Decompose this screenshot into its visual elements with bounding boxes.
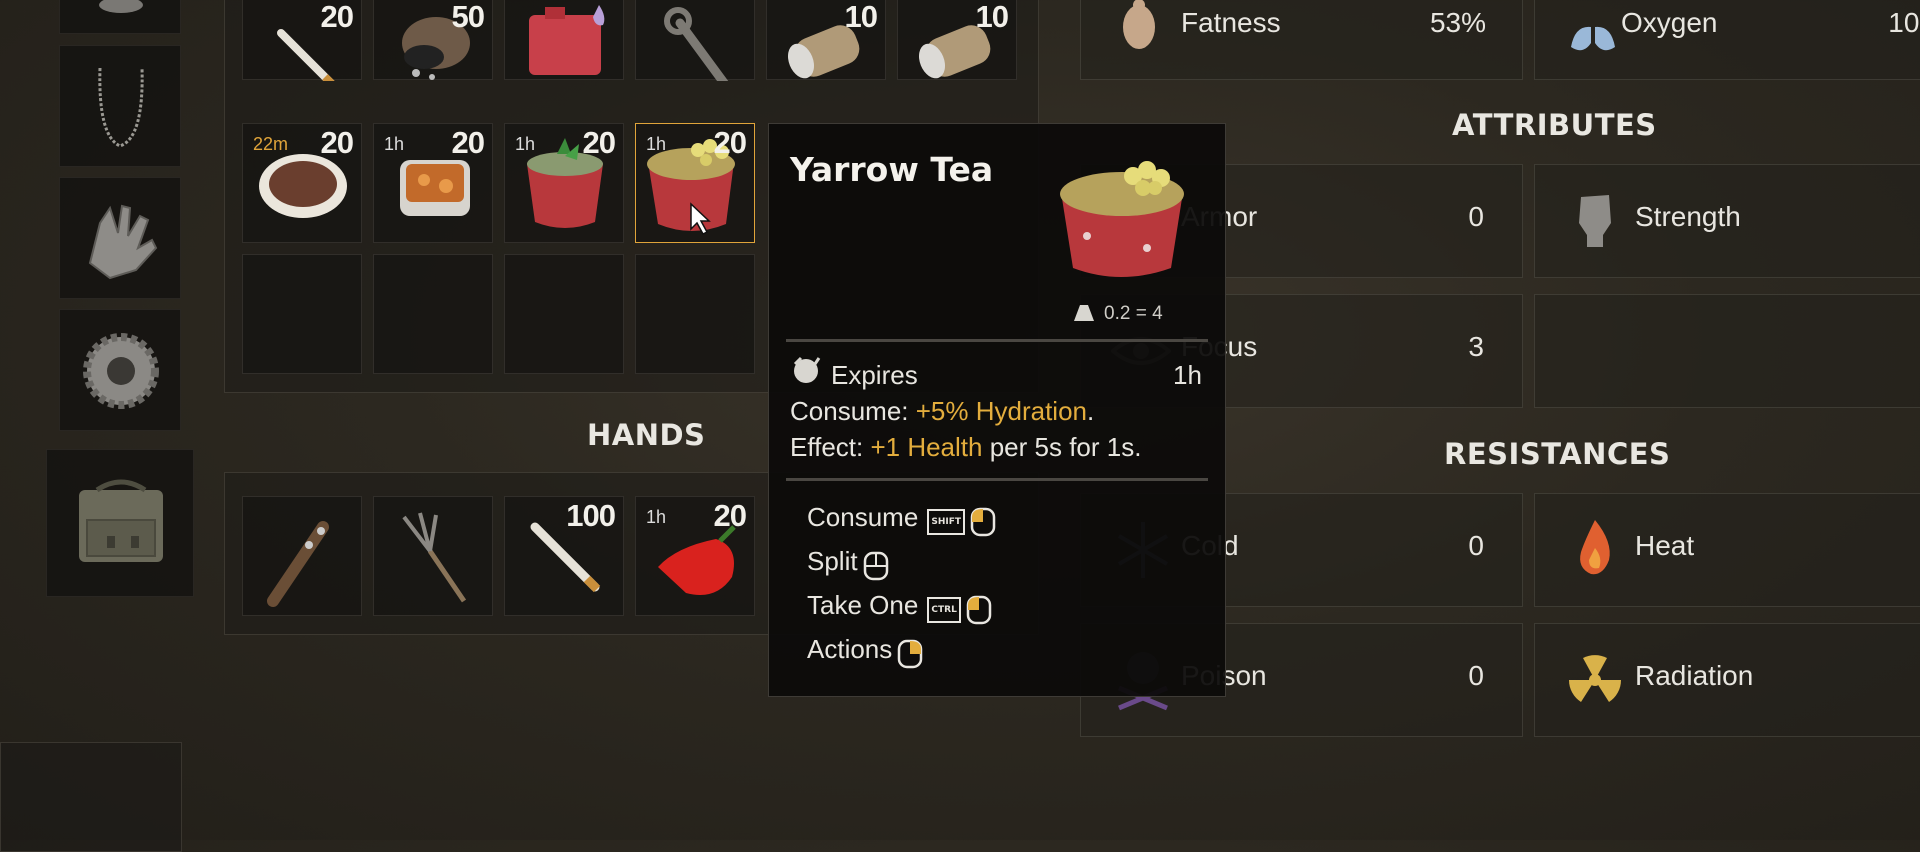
stat-name: Radiation	[1635, 660, 1754, 691]
effect-line: Effect: +1 Health per 5s for 1s.	[790, 432, 1142, 462]
resistance-radiation: Radiation	[1534, 623, 1920, 737]
equipment-ring-icon	[99, 0, 143, 13]
item-quantity: 20	[713, 498, 747, 533]
empty-slot-bottom-left[interactable]	[0, 742, 182, 852]
equipment-slot-top[interactable]	[59, 0, 181, 34]
mouse-cursor-icon	[690, 202, 711, 235]
expires-icon	[793, 356, 821, 383]
stat-name: Strength	[1635, 201, 1741, 232]
item-quantity: 20	[320, 125, 354, 160]
body-icon	[1123, 0, 1155, 49]
inventory-slot-selected[interactable]: 1h 20	[635, 123, 755, 243]
yarrow-tea-icon	[1060, 161, 1184, 277]
stat-value: 0	[1468, 660, 1484, 691]
fist-icon	[1579, 195, 1611, 247]
pitchfork-icon	[402, 512, 467, 603]
inventory-slot[interactable]: 22m 20	[242, 123, 362, 243]
inventory-slot[interactable]: 20	[242, 0, 362, 81]
left-mouse-button-icon	[970, 507, 996, 536]
stat-value: 100	[1888, 7, 1920, 38]
spoil-timer: 1h	[384, 134, 405, 154]
equipment-slot-gear[interactable]	[59, 309, 181, 431]
item-quantity: 20	[582, 125, 616, 160]
item-quantity: 10	[844, 0, 878, 34]
action-split[interactable]: Split	[807, 546, 889, 582]
resistances-section-title: RESISTANCES	[1444, 437, 1671, 471]
hand-slot[interactable]	[242, 496, 362, 616]
hand-slot[interactable]: 1h 20	[635, 496, 755, 616]
item-quantity: 20	[320, 0, 354, 34]
spoil-timer: 1h	[646, 507, 667, 527]
attribute-empty	[1534, 294, 1920, 408]
inventory-slot[interactable]	[504, 0, 624, 80]
attribute-strength: Strength	[1534, 164, 1920, 278]
backpack-icon	[79, 479, 163, 562]
stat-fatness: Fatness 53%	[1080, 0, 1523, 80]
tooltip-divider	[786, 478, 1208, 481]
flame-icon	[1580, 520, 1610, 575]
stat-name: Fatness	[1181, 7, 1281, 38]
hand-slot[interactable]: 100	[504, 496, 624, 616]
inventory-slot-empty[interactable]	[504, 254, 624, 374]
spoil-timer: 1h	[515, 134, 536, 154]
tooltip-title: Yarrow Tea	[790, 150, 994, 189]
expires-label: Expires	[831, 360, 918, 390]
mouse-icon	[863, 551, 888, 580]
expires-value: 1h	[1173, 360, 1202, 390]
tooltip-weight: 0.2 = 4	[1104, 303, 1163, 324]
inventory-slot-empty[interactable]	[373, 254, 493, 374]
gear-icon	[83, 333, 159, 409]
inventory-slot-empty[interactable]	[242, 254, 362, 374]
glove-icon	[88, 204, 158, 280]
attributes-section-title: ATTRIBUTES	[1452, 108, 1657, 142]
stat-name: Oxygen	[1621, 7, 1718, 38]
equipment-slot-backpack[interactable]	[46, 449, 194, 597]
left-mouse-button-icon	[966, 595, 992, 624]
stat-value: 0	[1468, 530, 1484, 561]
item-quantity: 100	[566, 498, 616, 533]
inventory-slot[interactable]: 1h 20	[373, 123, 493, 243]
lungs-icon	[1571, 3, 1615, 51]
action-label: Split	[807, 546, 858, 576]
equipment-slot-necklace[interactable]	[59, 45, 181, 167]
consume-line: Consume: +5% Hydration.	[790, 396, 1095, 426]
inventory-slot-empty[interactable]	[635, 254, 755, 374]
spiked-club-icon	[267, 521, 329, 607]
item-quantity: 20	[451, 125, 485, 160]
inventory-slot[interactable]: 10	[766, 0, 886, 80]
tooltip-divider	[786, 339, 1208, 342]
action-label: Actions	[807, 634, 893, 664]
equipment-slot-gloves[interactable]	[59, 177, 181, 299]
action-actions[interactable]: Actions	[807, 634, 923, 670]
inventory-slot[interactable]: 50	[373, 0, 493, 80]
action-consume[interactable]: Consume SHIFT	[807, 502, 996, 538]
ctrl-key-icon: CTRL	[927, 596, 961, 623]
radiation-icon	[1568, 655, 1622, 702]
shift-key-icon: SHIFT	[927, 508, 966, 535]
inventory-slot[interactable]	[635, 0, 755, 81]
stat-value: 3	[1468, 331, 1484, 362]
stat-name: Heat	[1635, 530, 1695, 561]
inventory-slot[interactable]: 10	[897, 0, 1017, 80]
stat-value: 53%	[1429, 7, 1486, 38]
action-label: Take One	[807, 590, 919, 620]
spoil-timer: 22m	[253, 134, 289, 154]
inventory-slot[interactable]: 1h 20	[504, 123, 624, 243]
action-label: Consume	[807, 502, 919, 532]
stat-oxygen: Oxygen 100	[1534, 0, 1920, 80]
item-quantity: 50	[451, 0, 485, 34]
fuel-canister-icon	[529, 5, 605, 75]
action-take-one[interactable]: Take One CTRL	[807, 590, 992, 626]
wrench-icon	[664, 7, 729, 81]
weight-icon	[1074, 305, 1094, 321]
resistance-heat: Heat	[1534, 493, 1920, 607]
right-mouse-button-icon	[898, 639, 923, 668]
item-tooltip: Yarrow Tea 0.2 = 4 Expires 1h Consume: +…	[768, 123, 1226, 697]
hands-section-title: HANDS	[587, 418, 706, 452]
necklace-icon	[98, 67, 144, 148]
hand-slot[interactable]	[373, 496, 493, 616]
item-quantity: 10	[975, 0, 1009, 34]
stat-value: 0	[1468, 201, 1484, 232]
